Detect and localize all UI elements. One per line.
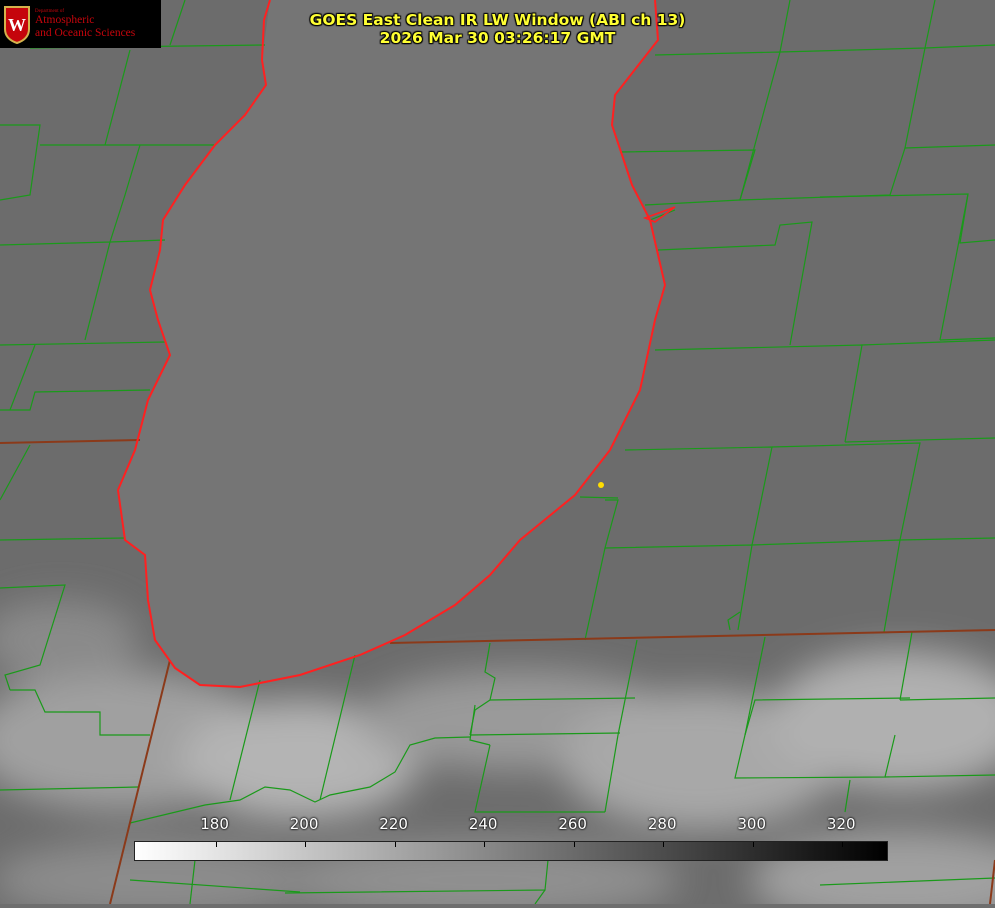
colorbar-tick-label: 320	[826, 815, 856, 833]
colorbar-tick-mark	[752, 842, 754, 847]
colorbar-tick-label: 200	[289, 815, 319, 833]
colorbar-tick-label: 220	[379, 815, 408, 833]
colorbar-tick-mark	[394, 842, 396, 847]
colorbar-tick-mark	[305, 842, 307, 847]
colorbar-tick-label: 280	[647, 815, 677, 833]
colorbar-tick-mark	[663, 842, 665, 847]
satellite-map: W Department of Atmospheric and Oceanic …	[0, 0, 995, 908]
title-product: GOES East Clean IR LW Window (ABI ch 13)	[309, 11, 686, 29]
colorbar-tick-label: 260	[558, 815, 587, 833]
colorbar-tick-mark	[573, 842, 575, 847]
map-canvas	[0, 0, 995, 908]
colorbar-tick-mark	[484, 842, 486, 847]
colorbar-tick-label: 240	[468, 815, 498, 833]
colorbar-tick-mark	[842, 842, 844, 847]
colorbar	[134, 841, 888, 861]
colorbar-tick-label: 180	[200, 815, 229, 833]
title-timestamp: 2026 Mar 30 03:26:17 GMT	[379, 29, 616, 47]
location-marker	[598, 482, 604, 488]
colorbar-tick-mark	[215, 842, 217, 847]
colorbar-tick-label: 300	[737, 815, 767, 833]
image-title: GOES East Clean IR LW Window (ABI ch 13)…	[0, 11, 995, 47]
